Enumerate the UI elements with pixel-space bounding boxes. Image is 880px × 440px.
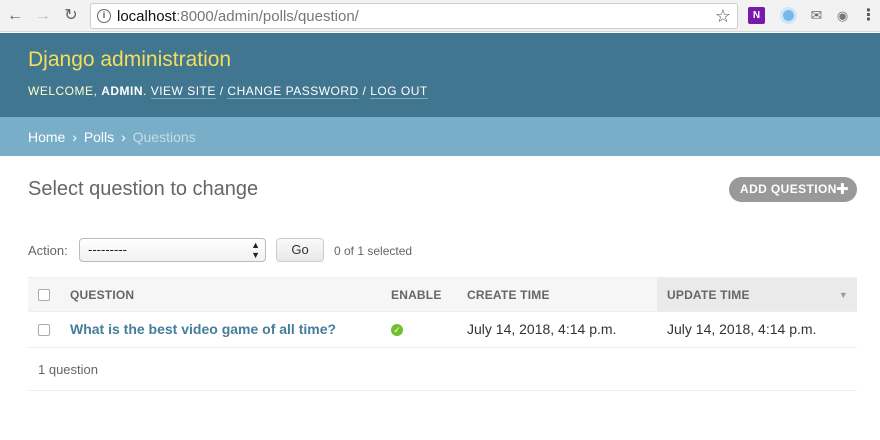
separator: / (362, 84, 367, 98)
action-label: Action: (28, 243, 68, 258)
column-header-create-time[interactable]: CREATE TIME (467, 278, 550, 311)
column-header-enable[interactable]: ENABLE (391, 278, 442, 311)
bookmark-star-icon[interactable]: ☆ (715, 6, 731, 26)
onenote-icon[interactable]: N (748, 7, 765, 24)
table-row: What is the best video game of all time?… (28, 312, 857, 348)
add-question-label: ADD QUESTION (740, 182, 837, 196)
site-branding[interactable]: Django administration (28, 48, 231, 72)
mail-icon[interactable]: ✉ (808, 7, 825, 24)
url-host: localhost (117, 8, 177, 25)
select-caret-icon: ▲ ▼ (251, 240, 260, 260)
circle-extension-icon[interactable] (780, 7, 797, 24)
page-title: Select question to change (28, 178, 259, 200)
table-header: QUESTION ENABLE CREATE TIME UPDATE TIME … (28, 277, 857, 312)
reload-icon[interactable]: ↻ (62, 7, 80, 25)
row-checkbox[interactable] (38, 324, 50, 336)
breadcrumb-polls[interactable]: Polls (84, 129, 114, 145)
url-path: :8000/admin/polls/question/ (176, 8, 359, 25)
user-tools: WELCOME, ADMIN. VIEW SITE / CHANGE PASSW… (28, 84, 428, 99)
paginator: 1 question (28, 348, 857, 391)
sort-descending-icon[interactable]: ▼ (839, 278, 848, 313)
results-table: QUESTION ENABLE CREATE TIME UPDATE TIME … (28, 277, 857, 391)
breadcrumb: Home › Polls › Questions (0, 117, 880, 156)
username: ADMIN (101, 84, 144, 98)
forward-arrow-icon[interactable]: → (34, 7, 52, 25)
column-header-question[interactable]: QUESTION (70, 278, 134, 311)
address-bar[interactable]: i localhost:8000/admin/polls/question/ ☆ (90, 3, 738, 29)
action-select-value: --------- (88, 242, 127, 257)
column-header-update-time[interactable]: UPDATE TIME ▼ (657, 278, 857, 311)
enabled-yes-icon: ✓ (391, 324, 403, 336)
camera-icon[interactable]: ◉ (834, 7, 851, 24)
action-select[interactable]: --------- ▲ ▼ (79, 238, 266, 262)
change-password-link[interactable]: CHANGE PASSWORD (227, 84, 359, 99)
admin-header: Django administration WELCOME, ADMIN. VI… (0, 33, 880, 117)
plus-icon: ✚ (836, 181, 849, 198)
menu-dots-icon[interactable]: ⋮ (860, 7, 877, 24)
breadcrumb-home[interactable]: Home (28, 129, 65, 145)
browser-toolbar: ← → ↻ i localhost:8000/admin/polls/quest… (0, 0, 880, 32)
create-time-cell: July 14, 2018, 4:14 p.m. (467, 321, 617, 337)
question-link[interactable]: What is the best video game of all time? (70, 312, 336, 346)
view-site-link[interactable]: VIEW SITE (150, 84, 216, 99)
selected-count: 0 of 1 selected (334, 244, 413, 258)
go-button[interactable]: Go (276, 238, 324, 262)
select-all-checkbox[interactable] (38, 289, 50, 301)
update-time-cell: July 14, 2018, 4:14 p.m. (667, 321, 817, 337)
breadcrumb-separator: › (72, 129, 77, 145)
breadcrumb-current: Questions (132, 129, 196, 145)
log-out-link[interactable]: LOG OUT (370, 84, 428, 99)
info-icon[interactable]: i (97, 9, 111, 23)
actions-bar: Action: --------- ▲ ▼ Go 0 of 1 selected (28, 237, 528, 263)
column-header-update-time-label: UPDATE TIME (667, 288, 750, 302)
welcome-text: WELCOME, (28, 84, 98, 98)
url-text[interactable]: localhost:8000/admin/polls/question/ (117, 8, 359, 25)
back-arrow-icon[interactable]: ← (6, 7, 24, 25)
breadcrumb-separator: › (121, 129, 126, 145)
separator: / (219, 84, 224, 98)
add-question-button[interactable]: ADD QUESTION ✚ (729, 177, 857, 202)
